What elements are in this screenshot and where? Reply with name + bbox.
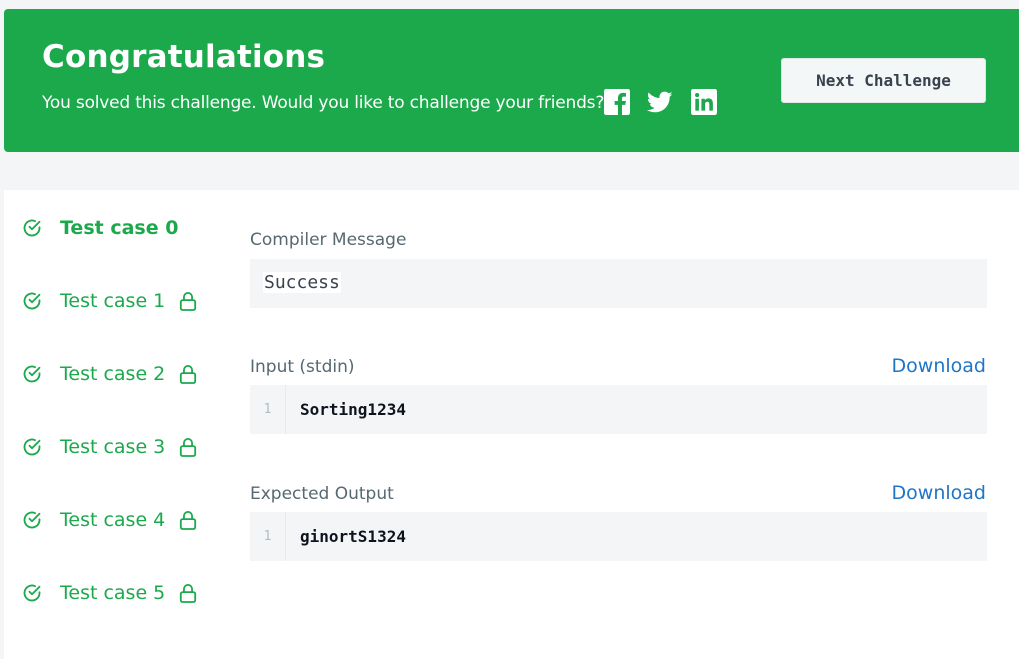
lock-icon — [180, 292, 197, 311]
success-banner: Congratulations You solved this challeng… — [4, 9, 1019, 152]
test-case-tab-2[interactable]: Test case 2 — [22, 360, 197, 388]
expected-code: ginortS1324 — [300, 527, 406, 546]
lock-icon — [180, 584, 197, 603]
expected-output-box: 1 ginortS1324 — [250, 512, 987, 561]
expected-output-label: Expected Output — [250, 484, 394, 504]
banner-subtitle: You solved this challenge. Would you lik… — [42, 93, 605, 113]
check-circle-icon — [23, 438, 41, 456]
input-download-link[interactable]: Download — [892, 355, 986, 377]
input-box: 1 Sorting1234 — [250, 385, 987, 434]
results-panel: Test case 0 Test case 1 Test case 2 Test… — [4, 190, 1019, 659]
banner-title: Congratulations — [42, 39, 326, 75]
twitter-icon[interactable] — [647, 89, 673, 115]
test-case-tab-0[interactable]: Test case 0 — [22, 214, 178, 242]
test-case-label: Test case 1 — [60, 290, 166, 312]
check-circle-icon — [23, 511, 41, 529]
check-circle-icon — [23, 219, 41, 237]
test-case-label: Test case 5 — [60, 582, 166, 604]
test-case-tab-1[interactable]: Test case 1 — [22, 287, 197, 315]
linkedin-icon[interactable] — [691, 89, 717, 115]
check-circle-icon — [23, 584, 41, 602]
facebook-icon[interactable] — [604, 89, 630, 115]
line-number: 1 — [250, 385, 286, 434]
test-case-label: Test case 4 — [60, 509, 166, 531]
test-case-label: Test case 3 — [60, 436, 166, 458]
test-case-label: Test case 0 — [60, 217, 179, 239]
input-code: Sorting1234 — [300, 400, 406, 419]
lock-icon — [180, 511, 197, 530]
compiler-message-box: Success — [250, 259, 987, 308]
lock-icon — [180, 438, 197, 457]
test-case-tab-5[interactable]: Test case 5 — [22, 579, 197, 607]
input-label: Input (stdin) — [250, 357, 355, 377]
expected-download-link[interactable]: Download — [892, 482, 986, 504]
test-case-tab-4[interactable]: Test case 4 — [22, 506, 197, 534]
check-circle-icon — [23, 292, 41, 310]
test-case-label: Test case 2 — [60, 363, 166, 385]
line-number: 1 — [250, 512, 286, 561]
compiler-message-label: Compiler Message — [250, 230, 407, 250]
compiler-message-text: Success — [263, 272, 341, 293]
next-challenge-button[interactable]: Next Challenge — [781, 58, 986, 103]
lock-icon — [180, 365, 197, 384]
test-case-tab-3[interactable]: Test case 3 — [22, 433, 197, 461]
check-circle-icon — [23, 365, 41, 383]
